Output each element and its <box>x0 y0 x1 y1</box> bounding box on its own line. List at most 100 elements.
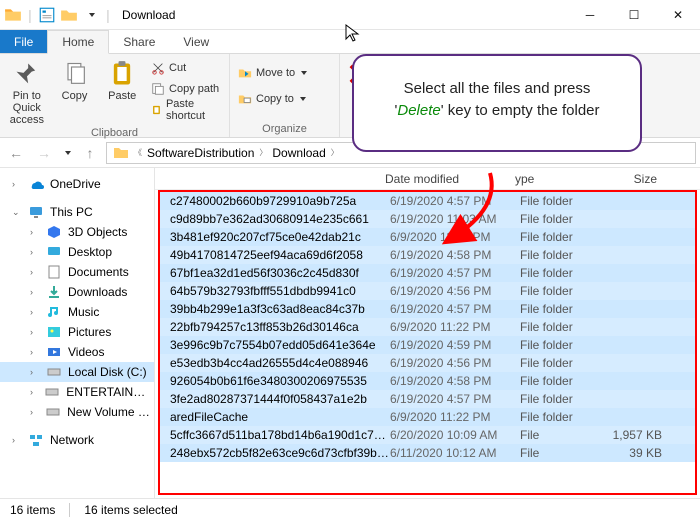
file-name: 3fe2ad80287371444f0f058437a1e2b <box>160 392 390 406</box>
file-type: File folder <box>520 392 610 406</box>
tab-view[interactable]: View <box>169 30 223 53</box>
cut-label: Cut <box>169 62 186 74</box>
chevron-right-icon[interactable]: 《 <box>133 147 143 158</box>
move-to-button[interactable]: Move to <box>236 64 309 82</box>
paste-shortcut-label: Paste shortcut <box>166 98 221 122</box>
file-name: 49b4170814725eef94aca69d6f2058 <box>160 248 390 262</box>
table-row[interactable]: 3fe2ad80287371444f0f058437a1e2b6/19/2020… <box>160 390 695 408</box>
organize-group-label: Organize <box>236 122 333 137</box>
file-date: 6/19/2020 4:56 PM <box>390 284 520 298</box>
copy-button[interactable]: Copy <box>54 56 96 102</box>
crumb-download[interactable]: Download <box>268 143 329 163</box>
cut-button[interactable]: Cut <box>149 59 223 77</box>
file-name: aredFileCache <box>160 410 390 424</box>
file-date: 6/19/2020 4:59 PM <box>390 338 520 352</box>
table-row[interactable]: 3e996c9b7c7554b07edd05d641e364e6/19/2020… <box>160 336 695 354</box>
copy-to-label: Copy to <box>256 93 294 105</box>
chevron-right-icon[interactable]: 〉 <box>330 147 340 158</box>
copy-to-button[interactable]: Copy to <box>236 90 309 108</box>
minimize-button[interactable]: ─ <box>568 0 612 30</box>
table-row[interactable]: 49b4170814725eef94aca69d6f20586/19/2020 … <box>160 246 695 264</box>
nav-local-disk-c[interactable]: ›Local Disk (C:) <box>0 362 154 382</box>
file-date: 6/19/2020 4:56 PM <box>390 356 520 370</box>
file-type: File folder <box>520 410 610 424</box>
paste-button[interactable]: Paste <box>101 56 143 102</box>
file-date: 6/20/2020 10:09 AM <box>390 428 520 442</box>
table-row[interactable]: 39bb4b299e1a3f3c63ad8eac84c37b6/19/2020 … <box>160 300 695 318</box>
file-name: 926054b0b61f6e348030020697553​5 <box>160 374 390 388</box>
nav-entertainment[interactable]: ›ENTERTAINMENT <box>0 382 154 402</box>
file-name: 64b579b32793fbfff551dbdb9941c0 <box>160 284 390 298</box>
maximize-button[interactable]: ☐ <box>612 0 656 30</box>
nav-videos[interactable]: ›Videos <box>0 342 154 362</box>
crumb-softwaredistribution[interactable]: SoftwareDistribution <box>143 143 258 163</box>
navigation-pane[interactable]: ›OneDrive ⌄This PC ›3D Objects ›Desktop … <box>0 168 155 498</box>
table-row[interactable]: c9d89bb7e362ad30680914e235c6616/19/2020 … <box>160 210 695 228</box>
nav-3d-objects[interactable]: ›3D Objects <box>0 222 154 242</box>
table-row[interactable]: 22bfb794257c13ff853b26d30146ca6/9/2020 1… <box>160 318 695 336</box>
up-button[interactable]: ↑ <box>78 141 102 165</box>
back-button[interactable]: ← <box>4 141 28 165</box>
table-row[interactable]: 3b481ef920c207cf75ce0e42dab21c6/9/2020 1… <box>160 228 695 246</box>
table-row[interactable]: 248ebx572cb5f82e63ce9c6d73cfbf39b10...6/… <box>160 444 695 462</box>
tab-share[interactable]: Share <box>109 30 169 53</box>
qat-dropdown-icon[interactable] <box>82 6 100 24</box>
nav-pictures[interactable]: ›Pictures <box>0 322 154 342</box>
file-list-pane[interactable]: Date modified ype Size c27480002b660b972… <box>155 168 700 498</box>
file-type: File folder <box>520 230 610 244</box>
nav-new-volume[interactable]: ›New Volume (H:) <box>0 402 154 422</box>
file-type: File folder <box>520 194 610 208</box>
file-type: File folder <box>520 302 610 316</box>
file-type: File folder <box>520 212 610 226</box>
nav-this-pc[interactable]: ⌄This PC <box>0 202 154 222</box>
close-button[interactable]: ✕ <box>656 0 700 30</box>
folder-icon <box>113 145 129 161</box>
status-selected-count: 16 items selected <box>84 503 177 517</box>
status-item-count: 16 items <box>10 503 55 517</box>
annotation-arrow <box>440 168 520 258</box>
col-size[interactable]: Size <box>605 172 665 186</box>
nav-music[interactable]: ›Music <box>0 302 154 322</box>
file-name: e53edb3b4cc4ad26555d4c4e088946 <box>160 356 390 370</box>
tab-home[interactable]: Home <box>47 30 109 54</box>
table-row[interactable]: 67bf1ea32d1ed56f3036c2c45d830f6/19/2020 … <box>160 264 695 282</box>
window-title: Download <box>122 8 175 22</box>
folder-icon <box>4 6 22 24</box>
pin-quick-access-button[interactable]: Pin to Quick access <box>6 56 48 126</box>
file-date: 6/19/2020 4:57 PM <box>390 266 520 280</box>
forward-button[interactable]: → <box>32 141 56 165</box>
table-row[interactable]: aredFileCache6/9/2020 11:22 PMFile folde… <box>160 408 695 426</box>
tab-file[interactable]: File <box>0 30 47 53</box>
nav-desktop[interactable]: ›Desktop <box>0 242 154 262</box>
file-name: 5cffc3667d511ba178bd14b6a190d1c74... <box>160 428 390 442</box>
table-row[interactable]: c27480002b660b9729910a9b725a6/19/2020 4:… <box>160 192 695 210</box>
file-name: 39bb4b299e1a3f3c63ad8eac84c37b <box>160 302 390 316</box>
nav-downloads[interactable]: ›Downloads <box>0 282 154 302</box>
paste-shortcut-button[interactable]: Paste shortcut <box>149 101 223 119</box>
file-type: File folder <box>520 284 610 298</box>
file-date: 6/19/2020 4:57 PM <box>390 392 520 406</box>
copy-path-button[interactable]: Copy path <box>149 80 223 98</box>
col-name[interactable] <box>155 172 385 186</box>
chevron-right-icon[interactable]: 〉 <box>258 147 268 158</box>
nav-onedrive[interactable]: ›OneDrive <box>0 174 154 194</box>
file-name: 22bfb794257c13ff853b26d30146ca <box>160 320 390 334</box>
file-name: c9d89bb7e362ad30680914e235c661 <box>160 212 390 226</box>
table-row[interactable]: 64b579b32793fbfff551dbdb9941c06/19/2020 … <box>160 282 695 300</box>
nav-documents[interactable]: ›Documents <box>0 262 154 282</box>
column-headers[interactable]: Date modified ype Size <box>155 168 700 190</box>
properties-icon[interactable] <box>38 6 56 24</box>
file-date: 6/9/2020 11:22 PM <box>390 320 520 334</box>
recent-dropdown[interactable] <box>60 141 74 165</box>
new-folder-icon[interactable] <box>60 6 78 24</box>
file-type: File folder <box>520 374 610 388</box>
table-row[interactable]: 926054b0b61f6e348030020697553​56/19/2020… <box>160 372 695 390</box>
file-name: 3b481ef920c207cf75ce0e42dab21c <box>160 230 390 244</box>
table-row[interactable]: e53edb3b4cc4ad26555d4c4e0889466/19/2020 … <box>160 354 695 372</box>
table-row[interactable]: 5cffc3667d511ba178bd14b6a190d1c74...6/20… <box>160 426 695 444</box>
col-type[interactable]: ype <box>515 172 605 186</box>
qat-separator: | <box>26 6 34 24</box>
file-date: 6/11/2020 10:12 AM <box>390 446 520 460</box>
file-type: File folder <box>520 266 610 280</box>
nav-network[interactable]: ›Network <box>0 430 154 450</box>
